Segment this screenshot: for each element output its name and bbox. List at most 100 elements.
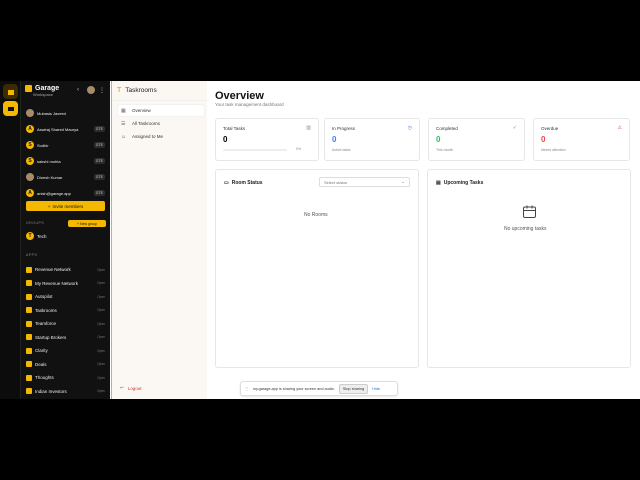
more-icon[interactable]: ⋮ bbox=[99, 87, 105, 94]
member-badge: GTE bbox=[93, 174, 105, 180]
member-name: Aswiraj Shared Maurya bbox=[37, 126, 79, 132]
empty-upcoming-text: No upcoming tasks bbox=[504, 226, 547, 232]
app-item[interactable]: Autopilot Open bbox=[24, 290, 107, 304]
member-name: Dinesh Kumar bbox=[37, 174, 63, 180]
new-group-label: New group bbox=[80, 221, 97, 226]
app-open-link[interactable]: Open bbox=[97, 376, 105, 380]
stat-value: 0 bbox=[436, 135, 441, 144]
app-item[interactable]: Revenue Network Open bbox=[24, 263, 107, 277]
workspace-icon[interactable] bbox=[3, 101, 18, 116]
user-avatar[interactable] bbox=[87, 86, 95, 94]
divider bbox=[112, 100, 208, 101]
nav-label: Overview bbox=[132, 108, 151, 113]
app-name: Autopilot bbox=[35, 294, 53, 300]
app-icon bbox=[26, 293, 32, 300]
app-name: My Revenue Network bbox=[35, 280, 79, 286]
app-open-link[interactable]: Open bbox=[97, 322, 105, 326]
invite-label: Invite members bbox=[52, 203, 84, 209]
app-open-link[interactable]: Open bbox=[97, 349, 105, 353]
app-icon bbox=[26, 334, 32, 341]
taskrooms-logo-icon: T bbox=[117, 87, 122, 94]
drag-handle-icon[interactable]: ⋮ bbox=[245, 386, 249, 391]
app-item[interactable]: My Revenue Network Open bbox=[24, 277, 107, 291]
stat-sub: Needs attention bbox=[541, 148, 566, 152]
stat-label: Total Tasks bbox=[223, 126, 246, 131]
collapse-icon[interactable]: ‹ bbox=[77, 87, 79, 93]
stop-sharing-button[interactable]: Stop sharing bbox=[338, 383, 369, 394]
app-open-link[interactable]: Open bbox=[97, 362, 105, 366]
app-item[interactable]: Clarity Open bbox=[24, 344, 107, 358]
app-icon bbox=[26, 307, 32, 314]
app-open-link[interactable]: Open bbox=[97, 308, 105, 312]
app-open-link[interactable]: Open bbox=[97, 281, 105, 285]
garage-logo-icon bbox=[25, 85, 32, 92]
member-item[interactable]: Mubasis Javeed bbox=[23, 105, 108, 121]
app-item[interactable]: Indian Investors Open bbox=[24, 385, 107, 399]
app-window: Garage Workspace ‹ ⋮ Mubasis Javeed A Asw… bbox=[0, 81, 640, 399]
folder-icon: ▭ bbox=[224, 180, 229, 186]
app-list: Revenue Network Open My Revenue Network Op… bbox=[24, 263, 107, 398]
chevron-down-icon: ⌄ bbox=[401, 179, 405, 184]
workspace-name: Garage bbox=[35, 85, 60, 92]
app-icon bbox=[26, 374, 32, 381]
taskrooms-panel: T Taskrooms ▦ Overview ☰ All Taskrooms ☺ As… bbox=[111, 81, 208, 399]
app-open-link[interactable]: Open bbox=[97, 295, 105, 299]
app-item[interactable]: Startup Brokers Open bbox=[24, 331, 107, 345]
user-check-icon: ☺ bbox=[121, 133, 127, 140]
member-badge: GTE bbox=[93, 190, 105, 196]
app-icon bbox=[26, 347, 32, 354]
calendar-empty-icon bbox=[522, 204, 537, 224]
app-item[interactable]: Taskrooms Open bbox=[24, 304, 107, 318]
stat-sub: This month bbox=[436, 148, 454, 152]
logout-button[interactable]: ↩ Logout bbox=[120, 385, 142, 391]
member-item[interactable]: A Aswiraj Shared Maurya GTE bbox=[23, 121, 108, 137]
app-icon bbox=[26, 361, 32, 368]
workspace-brand[interactable]: Garage bbox=[25, 85, 59, 92]
status-select[interactable]: Select status ⌄ bbox=[319, 177, 410, 187]
group-item-tech[interactable]: T Tech bbox=[26, 232, 47, 240]
new-group-button[interactable]: + New group bbox=[68, 220, 106, 227]
member-badge: GTE bbox=[93, 142, 105, 148]
app-icon bbox=[26, 320, 32, 327]
alert-icon: ⚠ bbox=[617, 125, 622, 131]
logout-label: Logout bbox=[127, 385, 142, 391]
main-content: Overview Your task management dashboard … bbox=[207, 81, 640, 399]
nav-all-taskrooms[interactable]: ☰ All Taskrooms bbox=[118, 118, 204, 129]
logout-icon: ↩ bbox=[120, 385, 124, 390]
app-name: Clarity bbox=[35, 348, 48, 354]
upcoming-title: Upcoming Tasks bbox=[443, 180, 484, 186]
app-name: Thoughts bbox=[35, 375, 54, 381]
member-item[interactable]: Aanish@garage.app GTE bbox=[23, 185, 108, 201]
app-name: Taskrooms bbox=[35, 307, 57, 313]
app-item[interactable]: Thoughts Open bbox=[24, 371, 107, 385]
chart-icon: ▥ bbox=[306, 125, 311, 131]
app-open-link[interactable]: Open bbox=[97, 335, 105, 339]
page-subtitle: Your task management dashboard bbox=[215, 102, 284, 107]
member-name: sakshi mohta bbox=[37, 158, 61, 164]
app-icon bbox=[26, 280, 32, 287]
member-item[interactable]: Dinesh Kumar GTE bbox=[23, 169, 108, 185]
check-circle-icon: ✓ bbox=[512, 125, 517, 131]
nav-assigned-to-me[interactable]: ☺ Assigned to Me bbox=[118, 131, 204, 142]
invite-members-button[interactable]: + Invite members bbox=[26, 201, 105, 211]
app-item[interactable]: Deals Open bbox=[24, 358, 107, 372]
member-item[interactable]: S Sudhir GTE bbox=[23, 137, 108, 153]
app-name: Startup Brokers bbox=[35, 334, 67, 340]
app-item[interactable]: Teamforce Open bbox=[24, 317, 107, 331]
app-name: Indian Investors bbox=[35, 388, 67, 394]
hide-button[interactable]: Hide bbox=[372, 387, 380, 391]
home-icon[interactable] bbox=[3, 84, 18, 99]
stat-sub: Active tasks bbox=[332, 148, 351, 152]
nav-overview[interactable]: ▦ Overview bbox=[118, 105, 204, 116]
group-avatar: T bbox=[26, 232, 34, 240]
stat-value: 0 bbox=[332, 135, 337, 144]
stat-card-overdue: Overdue ⚠ 0 Needs attention bbox=[533, 118, 630, 161]
member-name: Mubasis Javeed bbox=[37, 110, 66, 116]
app-open-link[interactable]: Open bbox=[97, 268, 105, 272]
stat-label: Completed bbox=[436, 126, 458, 131]
share-text: my.garage.app is sharing your screen and… bbox=[252, 386, 335, 391]
progress-percent: 0% bbox=[296, 147, 302, 151]
upcoming-heading: ▤ Upcoming Tasks bbox=[436, 180, 483, 186]
app-open-link[interactable]: Open bbox=[97, 389, 105, 393]
member-item[interactable]: Ssakshi mohta GTE bbox=[23, 153, 108, 169]
